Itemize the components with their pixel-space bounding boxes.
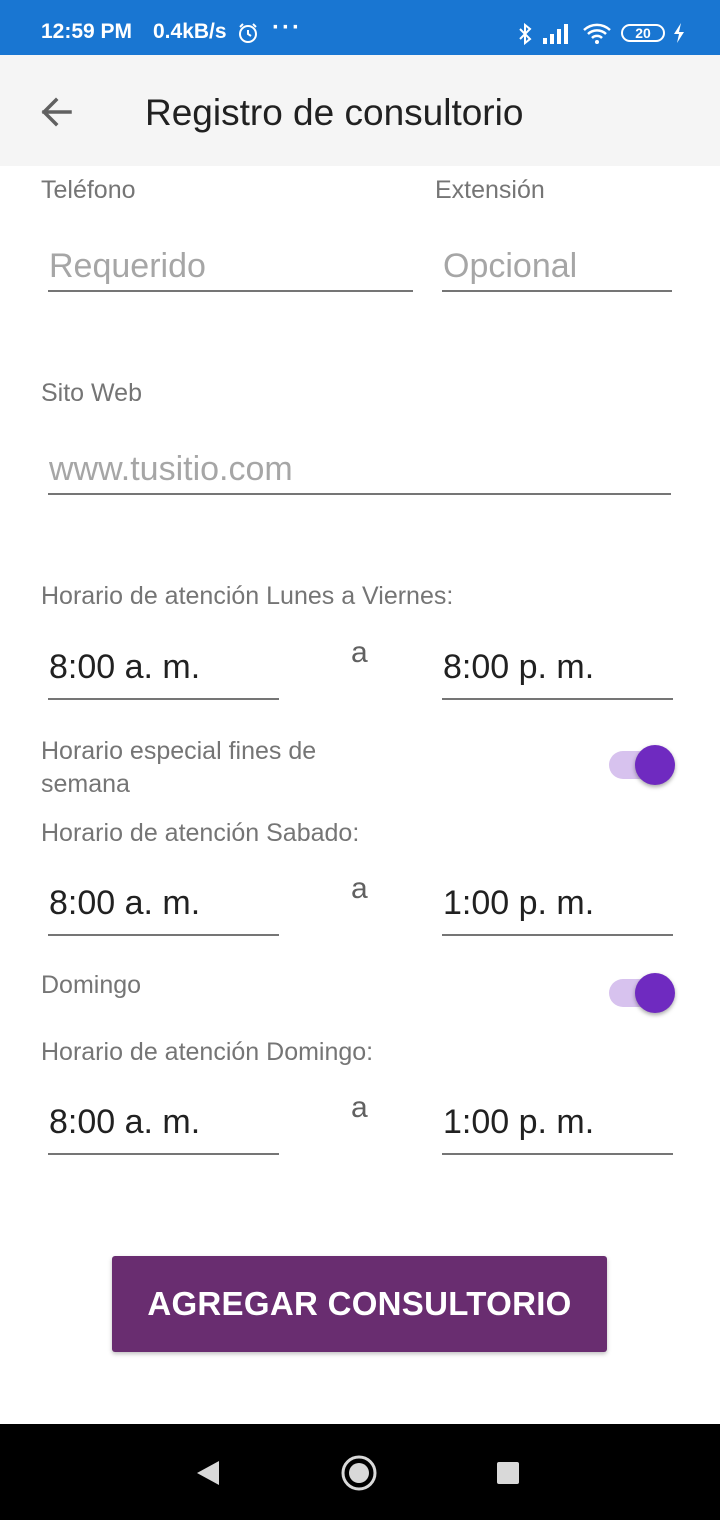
sunday-hours-label: Horario de atención Domingo: <box>41 1038 374 1066</box>
weekday-to-time[interactable]: 8:00 p. m. <box>442 644 673 700</box>
page-title: Registro de consultorio <box>145 92 524 133</box>
arrow-back-icon <box>41 97 72 127</box>
app-bar: Registro de consultorio <box>0 55 720 166</box>
website-label: Sito Web <box>41 379 142 407</box>
alarm-icon <box>236 21 260 50</box>
status-bar: 12:59 PM 0.4kB/s ··· 20 <box>0 0 720 55</box>
signal-icon <box>541 23 571 50</box>
navigation-bar <box>0 1424 720 1520</box>
add-office-button[interactable]: AGREGAR CONSULTORIO <box>112 1256 607 1352</box>
wifi-icon <box>582 21 612 50</box>
more-notifications-icon: ··· <box>272 14 302 41</box>
battery-icon: 20 <box>621 24 665 42</box>
saturday-hours-label: Horario de atención Sabado: <box>41 819 360 847</box>
nav-recents-icon[interactable] <box>496 1461 520 1490</box>
toggle-thumb <box>635 745 675 785</box>
weekend-special-toggle[interactable] <box>607 742 677 786</box>
weekday-from-time[interactable]: 8:00 a. m. <box>48 644 279 700</box>
status-time: 12:59 PM <box>41 20 133 43</box>
charging-icon <box>672 22 686 49</box>
nav-home-icon[interactable] <box>340 1454 378 1497</box>
weekday-hours-label: Horario de atención Lunes a Viernes: <box>41 582 454 610</box>
extension-field[interactable] <box>442 246 672 292</box>
sunday-toggle[interactable] <box>607 970 677 1014</box>
phone-field[interactable] <box>48 246 413 292</box>
sunday-to-time[interactable]: 1:00 p. m. <box>442 1099 673 1155</box>
extension-label: Extensión <box>435 176 545 204</box>
toggle-thumb <box>635 973 675 1013</box>
sunday-label: Domingo <box>41 971 142 999</box>
saturday-to-time[interactable]: 1:00 p. m. <box>442 880 673 936</box>
time-separator: a <box>351 636 368 669</box>
phone-label: Teléfono <box>41 176 136 204</box>
time-separator: a <box>351 872 368 905</box>
weekend-special-label: Horario especial fines de semana <box>41 737 317 798</box>
time-separator: a <box>351 1091 368 1124</box>
website-field[interactable] <box>48 449 671 495</box>
sunday-from-time[interactable]: 8:00 a. m. <box>48 1099 279 1155</box>
nav-back-icon[interactable] <box>195 1459 221 1492</box>
bluetooth-icon <box>516 22 534 51</box>
network-speed: 0.4kB/s <box>153 20 227 43</box>
back-button[interactable] <box>20 90 90 134</box>
saturday-from-time[interactable]: 8:00 a. m. <box>48 880 279 936</box>
